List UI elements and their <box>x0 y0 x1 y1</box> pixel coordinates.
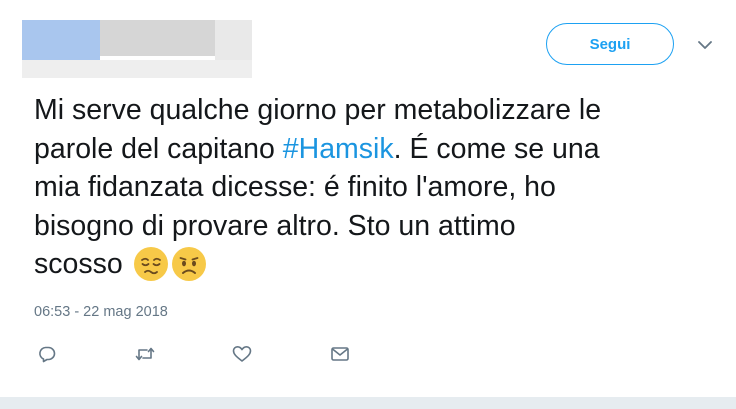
retweet-icon[interactable] <box>135 344 155 364</box>
tweet-line: Mi serve qualche giorno per metabolizzar… <box>34 94 602 126</box>
tweet-timestamp[interactable]: 06:53 - 22 mag 2018 <box>34 304 168 320</box>
reply-icon[interactable] <box>37 344 57 364</box>
hashtag-link[interactable]: #Hamsik <box>283 133 394 165</box>
bottom-divider <box>0 397 736 409</box>
chevron-down-icon[interactable] <box>696 38 714 52</box>
relieved-pensive-face-emoji <box>133 246 169 282</box>
like-icon[interactable] <box>232 344 252 364</box>
tweet-line-segment: . É come se una <box>393 132 600 165</box>
tweet-line-segment: parole del capitano <box>34 132 283 165</box>
tweet-text: Mi serve qualche giorno per metabolizzar… <box>34 91 724 284</box>
redacted-name-tail <box>215 20 252 60</box>
frowning-face-emoji <box>171 246 207 282</box>
follow-button[interactable]: Segui <box>546 23 674 65</box>
redacted-name <box>100 20 215 56</box>
direct-message-icon[interactable] <box>330 344 350 364</box>
tweet-line: scosso <box>34 245 724 284</box>
tweet-line: bisogno di provare altro. Sto un attimo <box>34 209 516 242</box>
tweet-line-segment: scosso <box>34 248 131 280</box>
tweet-line: mia fidanzata dicesse: é finito l'amore,… <box>34 171 556 203</box>
tweet-line: parole del capitano #Hamsik. É come se u… <box>34 130 724 169</box>
redacted-handle <box>22 60 252 78</box>
redacted-avatar <box>22 20 100 60</box>
